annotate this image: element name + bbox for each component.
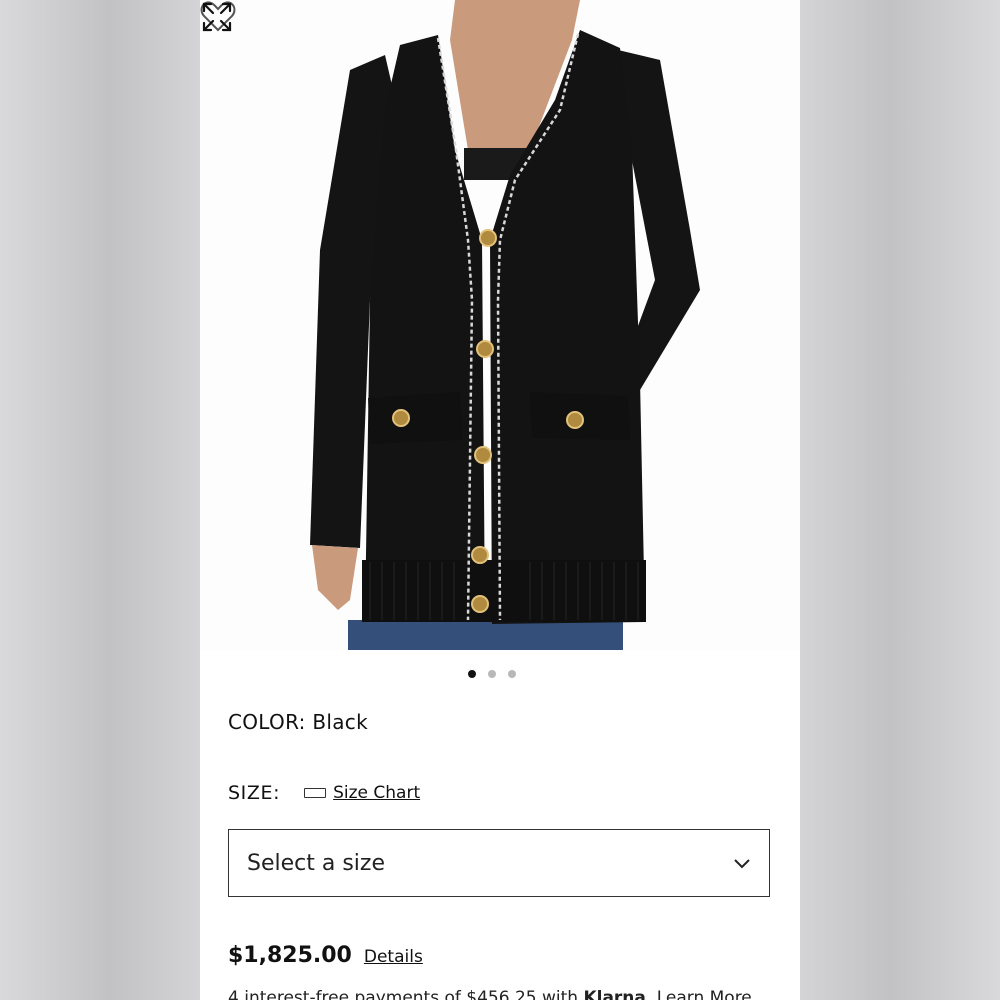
color-label: COLOR: xyxy=(228,710,306,734)
size-select-value: Select a size xyxy=(247,850,385,876)
installments-suffix: . xyxy=(645,988,652,1000)
cardigan-illustration xyxy=(310,0,700,650)
size-label: SIZE: xyxy=(228,782,281,804)
chevron-down-icon xyxy=(734,859,750,869)
carousel-dot[interactable] xyxy=(468,670,476,678)
price-details-link[interactable]: Details xyxy=(364,947,423,967)
product-image[interactable] xyxy=(200,0,800,650)
size-row: SIZE: Size Chart xyxy=(228,782,420,804)
color-value: Black xyxy=(312,710,368,734)
learn-more-link[interactable]: Learn More xyxy=(657,988,752,1000)
background-left xyxy=(0,0,200,1000)
installments-text: 4 interest-free payments of $456.25 with xyxy=(228,988,579,1000)
ruler-icon xyxy=(304,788,327,798)
carousel-dot[interactable] xyxy=(508,670,516,678)
carousel-dots xyxy=(468,670,516,680)
carousel-dot[interactable] xyxy=(488,670,496,678)
size-select[interactable]: Select a size xyxy=(228,829,770,897)
size-chart-label[interactable]: Size Chart xyxy=(333,783,420,803)
expand-arrows-icon[interactable] xyxy=(200,0,234,34)
price-row: $1,825.00 Details xyxy=(228,943,423,968)
color-row: COLOR: Black xyxy=(228,710,368,734)
background-right xyxy=(800,0,1000,1000)
product-page: COLOR: Black SIZE: Size Chart Select a s… xyxy=(200,0,800,1000)
price: $1,825.00 xyxy=(228,943,352,968)
size-chart-link[interactable]: Size Chart xyxy=(304,783,420,803)
klarna-brand: Klarna xyxy=(583,988,646,1000)
klarna-installments: 4 interest-free payments of $456.25 with… xyxy=(228,988,752,1000)
